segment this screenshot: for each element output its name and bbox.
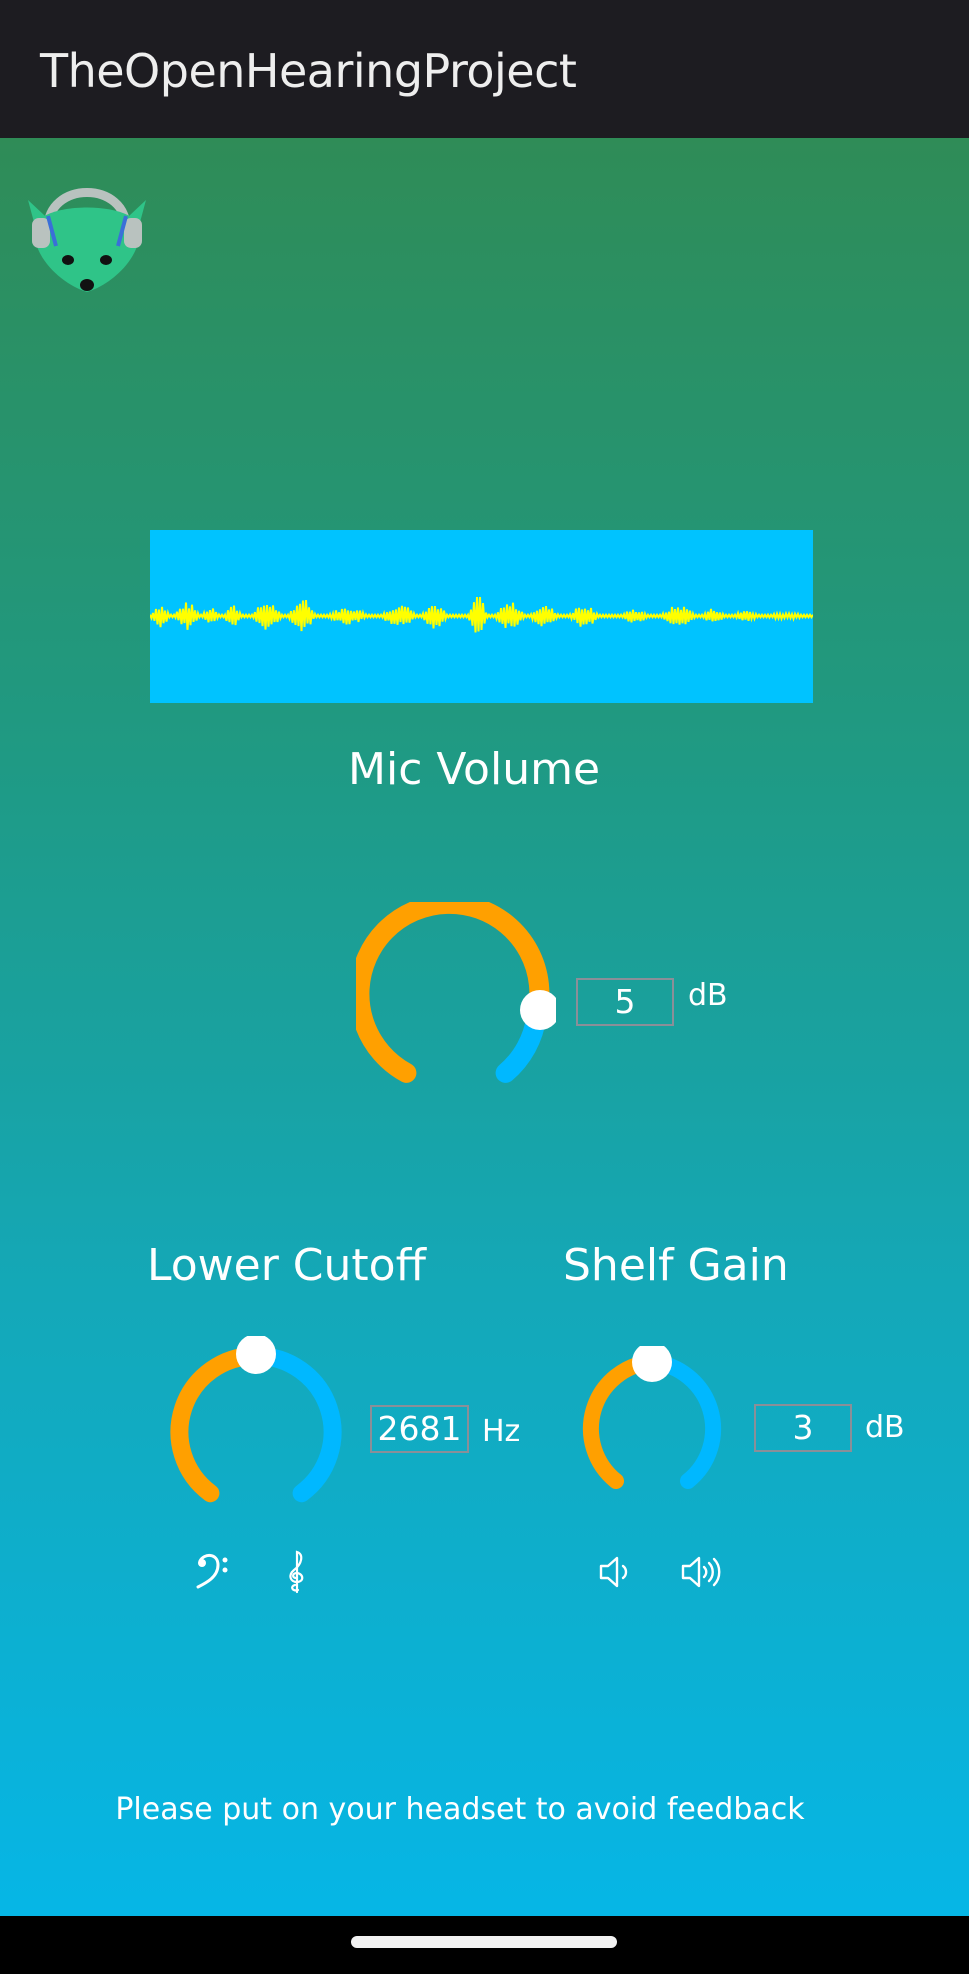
mic-volume-label: Mic Volume <box>348 744 601 795</box>
headset-warning: Please put on your headset to avoid feed… <box>115 1792 805 1827</box>
lower-cutoff-thumb[interactable] <box>236 1336 276 1374</box>
audio-waveform <box>149 530 814 703</box>
app-bar: TheOpenHearingProject <box>0 0 969 138</box>
mic-volume-unit: dB <box>688 978 728 1013</box>
shelf-gain-arc-remaining <box>644 1354 722 1489</box>
bass-clef-icon[interactable] <box>194 1551 230 1591</box>
lower-cutoff-arc-filled <box>170 1346 265 1503</box>
lower-cutoff-value-field[interactable]: 2681 <box>370 1405 469 1453</box>
mic-volume-knob[interactable] <box>356 902 556 1092</box>
shelf-gain-label: Shelf Gain <box>563 1240 789 1291</box>
waveform-line <box>149 597 814 633</box>
lower-cutoff-arc-remaining <box>247 1346 342 1503</box>
lower-cutoff-label: Lower Cutoff <box>147 1240 426 1291</box>
shelf-gain-thumb[interactable] <box>632 1346 672 1382</box>
mic-volume-arc-filled <box>356 902 550 1083</box>
shelf-gain-value-field[interactable]: 3 <box>754 1404 852 1452</box>
screen: TheOpenHearingProject Mic Volume 5 dB Lo… <box>0 0 969 1974</box>
shelf-gain-unit: dB <box>865 1410 905 1445</box>
mic-volume-value-field[interactable]: 5 <box>576 978 674 1026</box>
speaker-high-icon[interactable] <box>680 1555 722 1589</box>
shelf-gain-knob[interactable] <box>572 1346 732 1502</box>
speaker-low-icon[interactable] <box>598 1555 634 1589</box>
lower-cutoff-unit: Hz <box>482 1414 521 1449</box>
home-gesture-handle[interactable] <box>351 1936 617 1948</box>
waveform-trace <box>149 597 814 633</box>
shelf-gain-arc-filled <box>582 1354 660 1489</box>
fox-headphones-icon <box>28 188 146 292</box>
app-title: TheOpenHearingProject <box>40 44 577 98</box>
lower-cutoff-knob[interactable] <box>156 1336 356 1516</box>
treble-clef-icon[interactable] <box>286 1548 308 1594</box>
